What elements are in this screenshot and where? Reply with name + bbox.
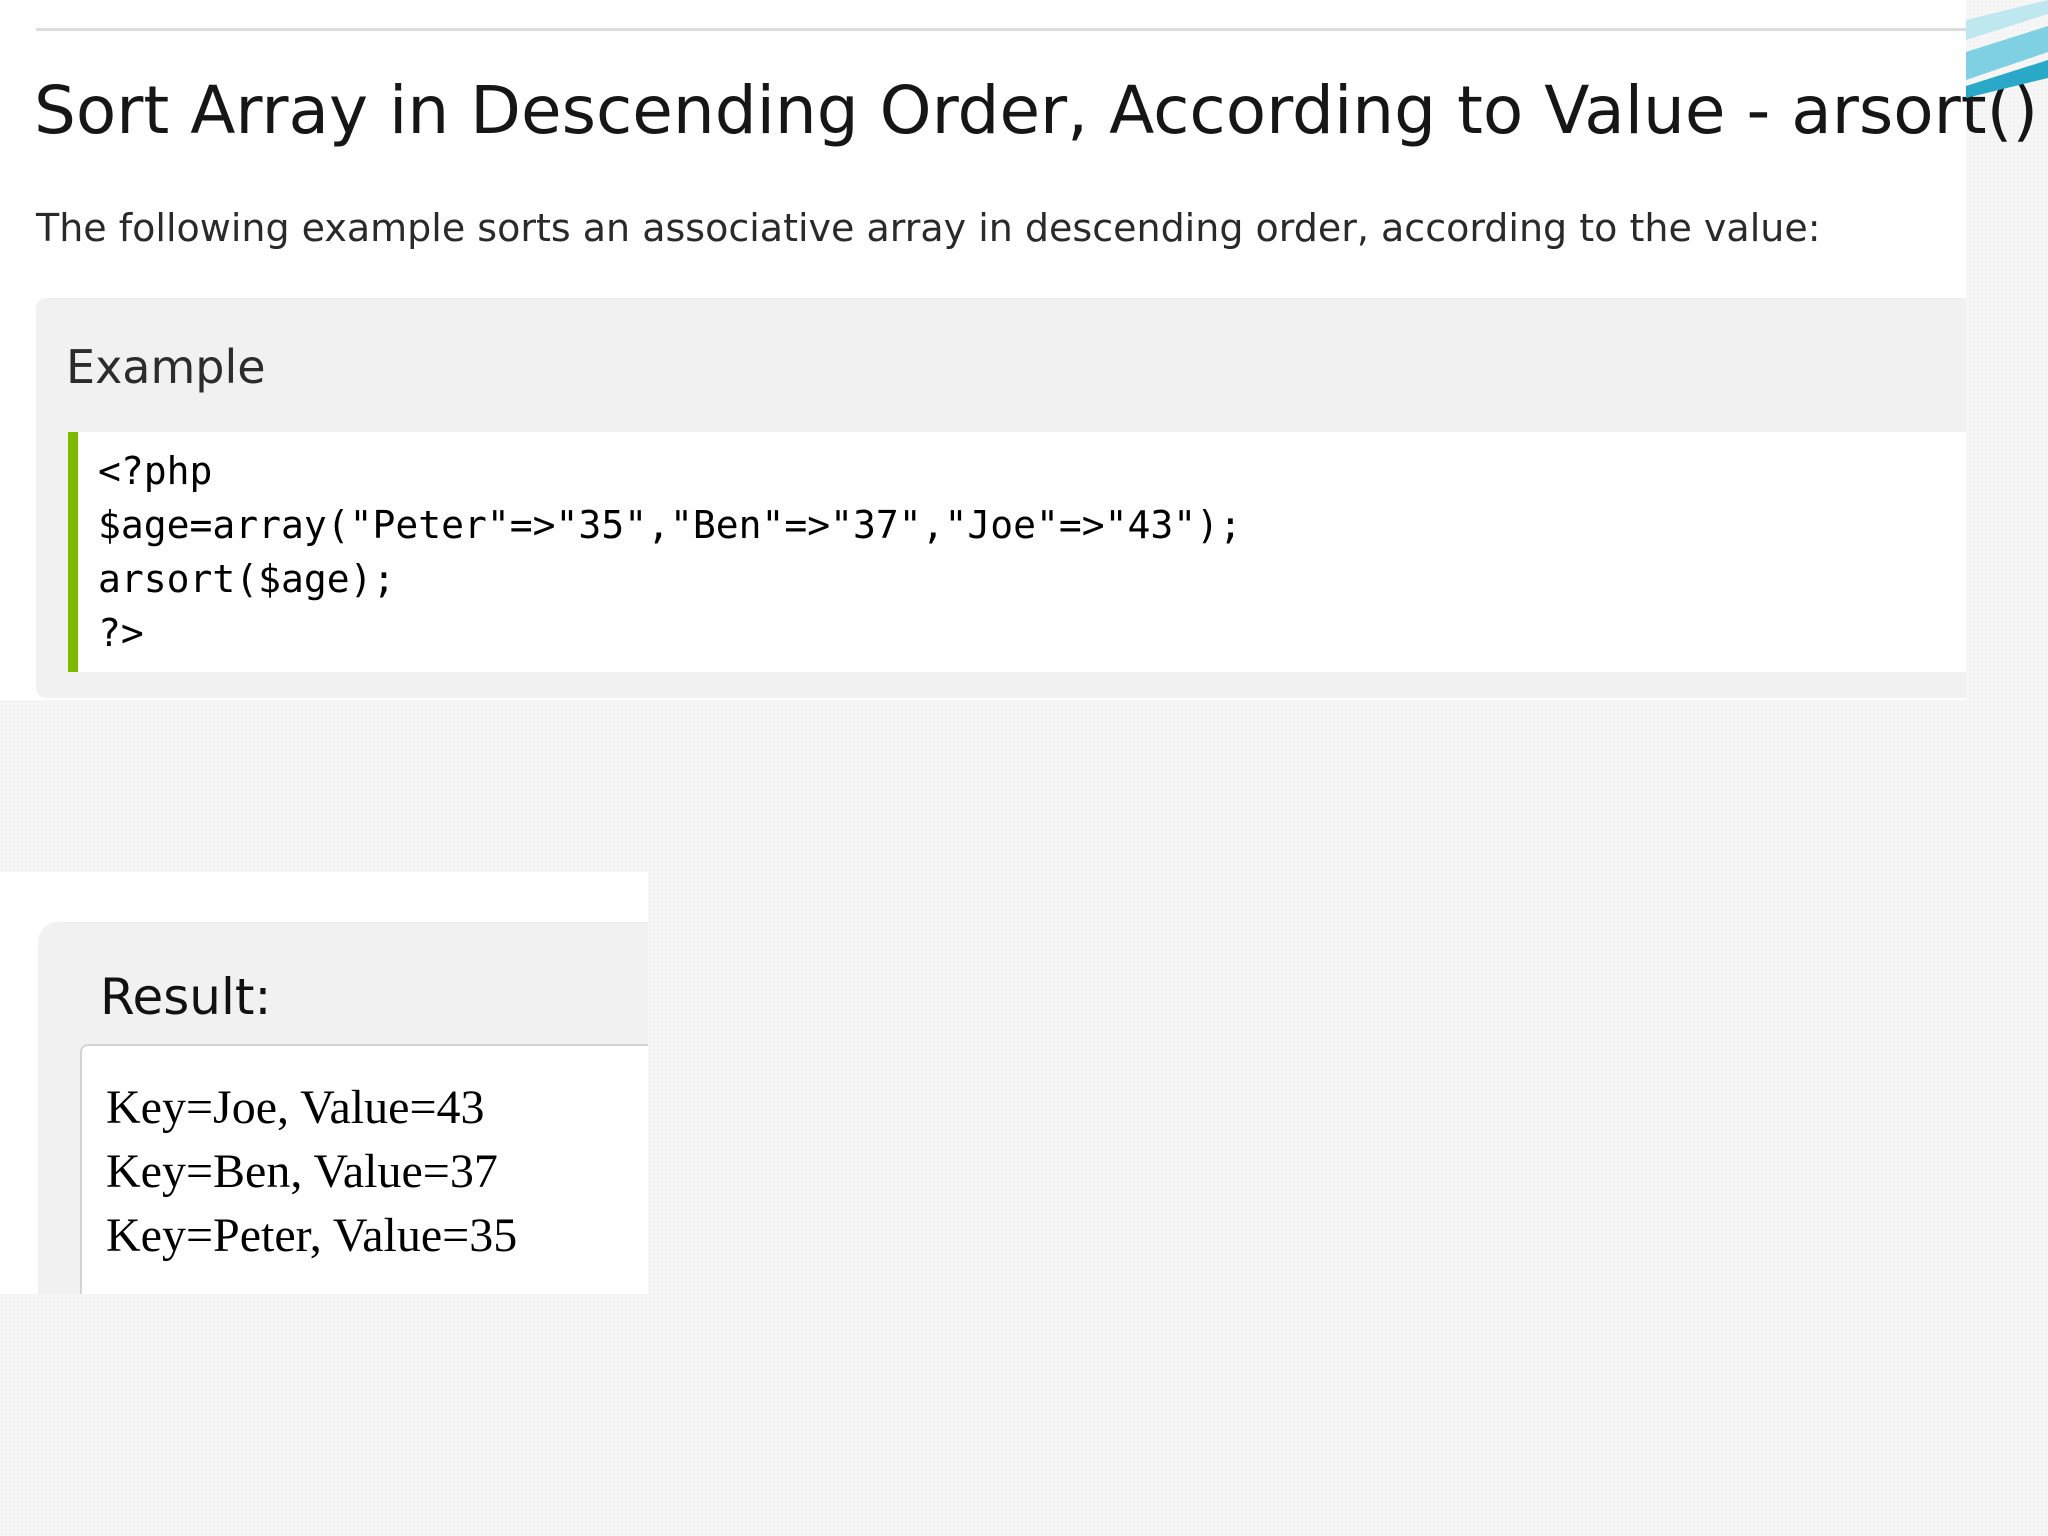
result-heading: Result: [100, 968, 272, 1026]
corner-swoosh-decoration [1966, 0, 2048, 98]
result-line: Key=Ben, Value=37 [106, 1145, 498, 1198]
code-line: arsort($age); [98, 557, 396, 601]
code-line: ?> [98, 611, 144, 655]
tutorial-screenshot-top: Sort Array in Descending Order, Accordin… [0, 0, 2038, 700]
page-title: Sort Array in Descending Order, Accordin… [34, 72, 2039, 149]
result-screenshot: Result: Key=Joe, Value=43 Key=Ben, Value… [0, 872, 648, 1294]
result-line: Key=Peter, Value=35 [106, 1209, 518, 1262]
result-line: Key=Joe, Value=43 [106, 1081, 485, 1134]
example-panel: Example <?php $age=array("Peter"=>"35","… [36, 298, 1966, 698]
code-line: <?php [98, 449, 213, 493]
intro-paragraph: The following example sorts an associati… [36, 206, 1821, 250]
code-line: $age=array("Peter"=>"35","Ben"=>"37","Jo… [98, 503, 1242, 547]
code-block[interactable]: <?php $age=array("Peter"=>"35","Ben"=>"3… [68, 432, 1966, 672]
example-heading: Example [66, 340, 266, 394]
result-output-box[interactable]: Key=Joe, Value=43 Key=Ben, Value=37 Key=… [80, 1044, 648, 1294]
result-panel: Result: Key=Joe, Value=43 Key=Ben, Value… [38, 922, 648, 1294]
top-divider [36, 28, 1966, 31]
